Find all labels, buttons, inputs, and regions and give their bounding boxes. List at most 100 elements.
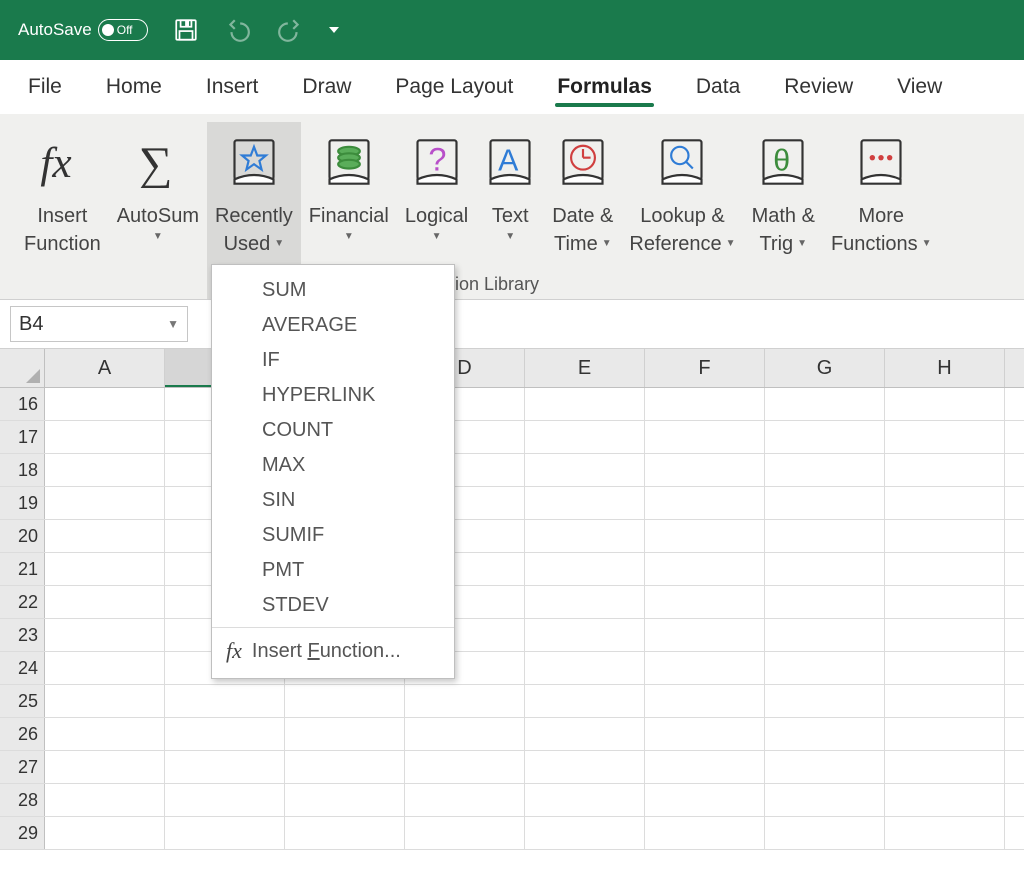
- cell[interactable]: [525, 586, 645, 618]
- cell[interactable]: [45, 817, 165, 849]
- cell[interactable]: [45, 718, 165, 750]
- cell[interactable]: [885, 487, 1005, 519]
- row-header[interactable]: 24: [0, 652, 45, 684]
- tab-draw[interactable]: Draw: [302, 65, 351, 109]
- cell[interactable]: [765, 388, 885, 420]
- tab-page-layout[interactable]: Page Layout: [395, 65, 513, 109]
- tab-home[interactable]: Home: [106, 65, 162, 109]
- lookup-reference-button[interactable]: Lookup & Reference▼: [621, 122, 743, 299]
- dropdown-insert-function[interactable]: fx Insert Function...: [212, 632, 454, 670]
- cell[interactable]: [165, 718, 285, 750]
- row-header[interactable]: 28: [0, 784, 45, 816]
- cell[interactable]: [765, 718, 885, 750]
- cell[interactable]: [885, 817, 1005, 849]
- cell[interactable]: [405, 784, 525, 816]
- cell[interactable]: [645, 652, 765, 684]
- column-header[interactable]: G: [765, 349, 885, 387]
- cell[interactable]: [645, 388, 765, 420]
- cell[interactable]: [885, 718, 1005, 750]
- cell[interactable]: [525, 487, 645, 519]
- cell[interactable]: [765, 520, 885, 552]
- cell[interactable]: [645, 421, 765, 453]
- cell[interactable]: [45, 751, 165, 783]
- dropdown-item[interactable]: COUNT: [212, 413, 454, 448]
- cell[interactable]: [765, 454, 885, 486]
- dropdown-item[interactable]: SUMIF: [212, 518, 454, 553]
- row-header[interactable]: 26: [0, 718, 45, 750]
- cell[interactable]: [525, 619, 645, 651]
- cell[interactable]: [765, 586, 885, 618]
- cell[interactable]: [885, 619, 1005, 651]
- cell[interactable]: [645, 553, 765, 585]
- cell[interactable]: [45, 421, 165, 453]
- cell[interactable]: [885, 652, 1005, 684]
- cell[interactable]: [645, 619, 765, 651]
- row-header[interactable]: 25: [0, 685, 45, 717]
- cell[interactable]: [45, 454, 165, 486]
- autosum-button[interactable]: ∑ AutoSum ▼: [109, 122, 207, 299]
- cell[interactable]: [765, 685, 885, 717]
- cell[interactable]: [525, 784, 645, 816]
- cell[interactable]: [45, 553, 165, 585]
- cell[interactable]: [285, 751, 405, 783]
- cell[interactable]: [885, 553, 1005, 585]
- cell[interactable]: [645, 817, 765, 849]
- qat-dropdown-icon[interactable]: [328, 16, 340, 44]
- dropdown-item[interactable]: IF: [212, 343, 454, 378]
- dropdown-item[interactable]: SIN: [212, 483, 454, 518]
- cell[interactable]: [405, 817, 525, 849]
- cell[interactable]: [645, 454, 765, 486]
- cell[interactable]: [645, 751, 765, 783]
- name-box[interactable]: B4 ▼: [10, 306, 188, 342]
- cell[interactable]: [525, 751, 645, 783]
- tab-data[interactable]: Data: [696, 65, 740, 109]
- save-icon[interactable]: [172, 16, 200, 44]
- cell[interactable]: [45, 652, 165, 684]
- cell[interactable]: [645, 685, 765, 717]
- tab-insert[interactable]: Insert: [206, 65, 259, 109]
- row-header[interactable]: 17: [0, 421, 45, 453]
- cell[interactable]: [645, 718, 765, 750]
- cell[interactable]: [525, 553, 645, 585]
- cell[interactable]: [525, 652, 645, 684]
- row-header[interactable]: 18: [0, 454, 45, 486]
- cell[interactable]: [765, 553, 885, 585]
- dropdown-item[interactable]: MAX: [212, 448, 454, 483]
- cell[interactable]: [885, 751, 1005, 783]
- cell[interactable]: [645, 586, 765, 618]
- cell[interactable]: [765, 421, 885, 453]
- text-button[interactable]: A Text ▼: [476, 122, 544, 299]
- cell[interactable]: [525, 454, 645, 486]
- row-header[interactable]: 20: [0, 520, 45, 552]
- cell[interactable]: [885, 421, 1005, 453]
- date-time-button[interactable]: Date & Time▼: [544, 122, 621, 299]
- cell[interactable]: [405, 751, 525, 783]
- dropdown-item[interactable]: AVERAGE: [212, 308, 454, 343]
- column-header[interactable]: F: [645, 349, 765, 387]
- tab-view[interactable]: View: [897, 65, 942, 109]
- cell[interactable]: [885, 586, 1005, 618]
- cell[interactable]: [765, 817, 885, 849]
- cell[interactable]: [525, 718, 645, 750]
- cell[interactable]: [885, 784, 1005, 816]
- tab-review[interactable]: Review: [784, 65, 853, 109]
- cell[interactable]: [645, 520, 765, 552]
- cell[interactable]: [45, 586, 165, 618]
- cell[interactable]: [405, 685, 525, 717]
- cell[interactable]: [765, 784, 885, 816]
- dropdown-item[interactable]: PMT: [212, 553, 454, 588]
- row-header[interactable]: 21: [0, 553, 45, 585]
- cell[interactable]: [45, 619, 165, 651]
- cell[interactable]: [525, 817, 645, 849]
- cell[interactable]: [165, 685, 285, 717]
- cell[interactable]: [45, 520, 165, 552]
- cell[interactable]: [165, 784, 285, 816]
- cell[interactable]: [645, 487, 765, 519]
- cell[interactable]: [885, 520, 1005, 552]
- cell[interactable]: [285, 817, 405, 849]
- cell[interactable]: [765, 652, 885, 684]
- more-functions-button[interactable]: More Functions▼: [823, 122, 940, 299]
- row-header[interactable]: 16: [0, 388, 45, 420]
- cell[interactable]: [285, 784, 405, 816]
- cell[interactable]: [45, 487, 165, 519]
